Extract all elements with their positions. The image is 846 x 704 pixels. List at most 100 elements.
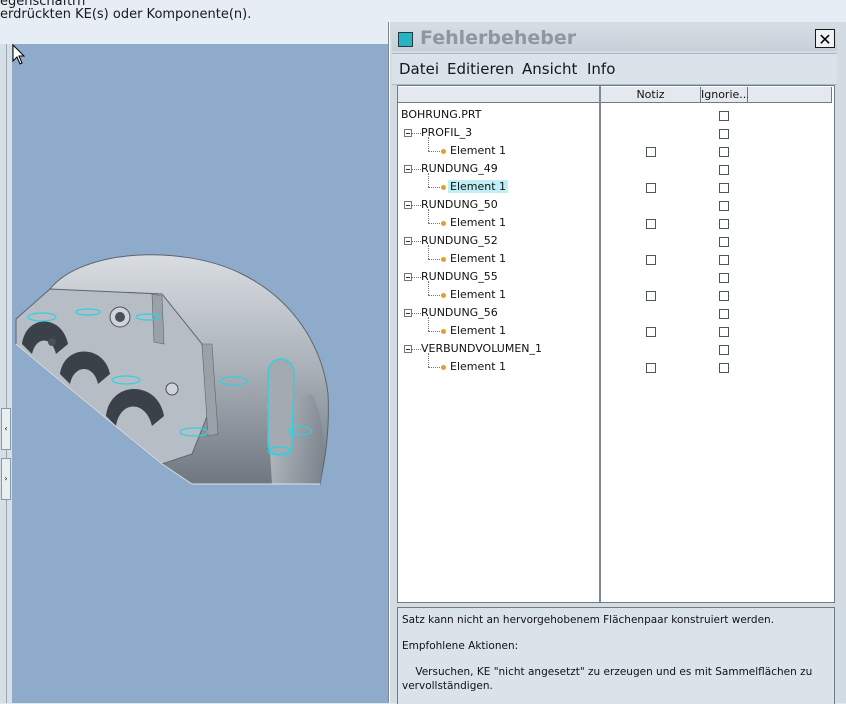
tree-line	[412, 277, 421, 278]
notiz-checkbox[interactable]	[646, 183, 656, 193]
tree-line	[428, 317, 429, 331]
tree-root-label: BOHRUNG.PRT	[401, 108, 482, 121]
feature-dot-icon	[441, 221, 446, 226]
feature-label: RUNDUNG_55	[421, 270, 498, 283]
expand-icon[interactable]	[404, 309, 412, 317]
tree-row-feature[interactable]: PROFIL_3	[398, 125, 834, 143]
expand-icon[interactable]	[404, 273, 412, 281]
tree-line	[428, 173, 429, 187]
ignore-checkbox[interactable]	[719, 273, 729, 283]
dialog-titlebar[interactable]: Fehlerbeheber ✕	[392, 25, 837, 51]
ignore-checkbox[interactable]	[719, 111, 729, 121]
notiz-checkbox[interactable]	[646, 327, 656, 337]
part-model	[15, 254, 329, 485]
tree-line	[428, 331, 440, 332]
tree-row-element-selected[interactable]: Element 1	[398, 173, 834, 197]
notiz-checkbox[interactable]	[646, 147, 656, 157]
column-header-ignore[interactable]: Ignorie...	[701, 87, 750, 103]
tree-row-element[interactable]: Element 1	[398, 353, 834, 377]
graphics-viewport[interactable]	[12, 44, 390, 703]
feature-dot-icon	[441, 293, 446, 298]
ignore-checkbox[interactable]	[719, 237, 729, 247]
expand-icon[interactable]	[404, 165, 412, 173]
notiz-checkbox[interactable]	[646, 291, 656, 301]
ignore-checkbox[interactable]	[719, 183, 729, 193]
tree-row-feature[interactable]: RUNDUNG_49	[398, 161, 834, 179]
expand-icon[interactable]	[404, 345, 412, 353]
tree-line	[428, 209, 429, 223]
ignore-checkbox[interactable]	[719, 291, 729, 301]
column-header-tree[interactable]	[398, 87, 600, 103]
tree-line	[412, 169, 421, 170]
expand-icon[interactable]	[404, 201, 412, 209]
feature-tree-table: Notiz Ignorie... BOHRUNG.PRT PROFIL_3 El…	[397, 85, 835, 603]
menu-editieren[interactable]: Editieren	[447, 60, 514, 78]
tree-row-root[interactable]: BOHRUNG.PRT	[398, 107, 834, 125]
tree-row-element[interactable]: Element 1	[398, 137, 834, 161]
troubleshooter-dialog: Fehlerbeheber ✕ Datei Editieren Ansicht …	[389, 22, 846, 704]
recommended-actions-heading: Empfohlene Aktionen:	[402, 640, 519, 652]
ignore-checkbox[interactable]	[719, 219, 729, 229]
tree-row-feature[interactable]: RUNDUNG_52	[398, 233, 834, 251]
element-label-selected: Element 1	[448, 180, 509, 193]
expand-icon[interactable]	[404, 129, 412, 137]
recommended-action-text: Versuchen, KE "nicht angesetzt" zu erzeu…	[402, 666, 813, 678]
menu-datei[interactable]: Datei	[399, 60, 439, 78]
tree-line	[428, 353, 429, 367]
element-label: Element 1	[450, 360, 507, 373]
feature-label: RUNDUNG_52	[421, 234, 498, 247]
ignore-checkbox[interactable]	[719, 363, 729, 373]
tree-line	[412, 313, 421, 314]
expand-right-handle[interactable]: ›	[1, 458, 11, 500]
notiz-checkbox[interactable]	[646, 219, 656, 229]
tree-line	[412, 349, 421, 350]
menu-info[interactable]: Info	[587, 60, 615, 78]
dialog-title: Fehlerbeheber	[420, 27, 577, 49]
tree-line	[428, 245, 429, 259]
menu-bar: Datei Editieren Ansicht Info	[392, 53, 837, 85]
ignore-checkbox[interactable]	[719, 201, 729, 211]
feature-label: RUNDUNG_56	[421, 306, 498, 319]
tree-line	[428, 259, 440, 260]
feature-dot-icon	[441, 185, 446, 190]
menu-ansicht[interactable]: Ansicht	[522, 60, 577, 78]
expand-icon[interactable]	[404, 237, 412, 245]
ignore-checkbox[interactable]	[719, 309, 729, 319]
tree-row-feature[interactable]: RUNDUNG_55	[398, 269, 834, 287]
mouse-cursor-icon	[12, 44, 26, 65]
tree-row-element[interactable]: Element 1	[398, 281, 834, 305]
element-label: Element 1	[450, 324, 507, 337]
ignore-checkbox[interactable]	[719, 327, 729, 337]
ignore-checkbox[interactable]	[719, 165, 729, 175]
feature-label: VERBUNDVOLUMEN_1	[421, 342, 543, 355]
feature-dot-icon	[441, 365, 446, 370]
tree-row-feature[interactable]: RUNDUNG_56	[398, 305, 834, 323]
tree-line	[412, 241, 421, 242]
notiz-checkbox[interactable]	[646, 363, 656, 373]
ignore-checkbox[interactable]	[719, 129, 729, 139]
tree-row-element[interactable]: Element 1	[398, 317, 834, 341]
element-label: Element 1	[450, 216, 507, 229]
ignore-checkbox[interactable]	[719, 147, 729, 157]
tree-line	[412, 133, 421, 134]
sash-line	[6, 44, 7, 703]
notiz-checkbox[interactable]	[646, 255, 656, 265]
collapse-left-handle[interactable]: ‹	[1, 408, 11, 450]
tree-row-feature[interactable]: VERBUNDVOLUMEN_1	[398, 341, 834, 359]
window-icon	[398, 32, 413, 47]
tree-row-element[interactable]: Element 1	[398, 245, 834, 269]
ignore-checkbox[interactable]	[719, 255, 729, 265]
column-header-empty	[748, 87, 832, 103]
tree-line	[428, 151, 440, 152]
tree-line	[428, 137, 429, 151]
tree-line	[412, 205, 421, 206]
tree-row-element[interactable]: Element 1	[398, 209, 834, 233]
column-header-notiz[interactable]: Notiz	[601, 87, 701, 103]
feature-label: RUNDUNG_49	[421, 162, 498, 175]
close-icon[interactable]: ✕	[815, 29, 835, 49]
feature-dot-icon	[441, 329, 446, 334]
element-label: Element 1	[450, 144, 507, 157]
message-panel: Satz kann nicht an hervorgehobenem Fläch…	[397, 607, 835, 704]
tree-row-feature[interactable]: RUNDUNG_50	[398, 197, 834, 215]
ignore-checkbox[interactable]	[719, 345, 729, 355]
